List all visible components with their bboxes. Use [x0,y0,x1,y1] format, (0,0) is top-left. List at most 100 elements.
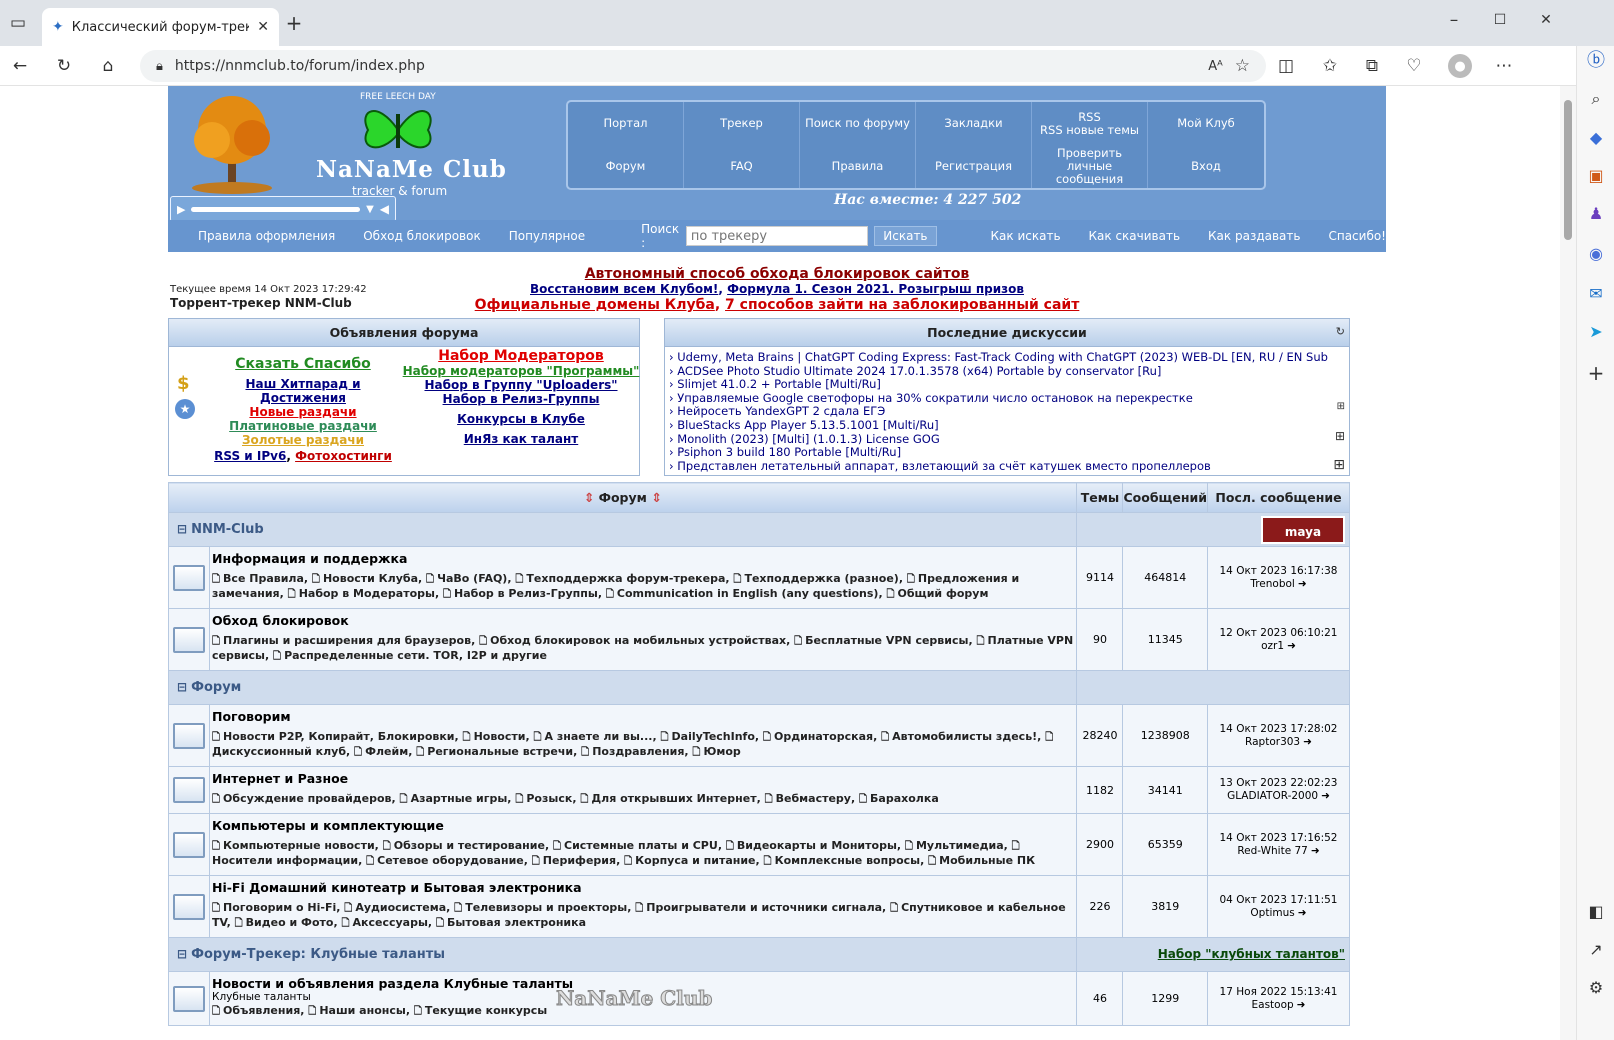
subforum-link[interactable]: Бытовая электроника [447,916,586,929]
player-progress[interactable] [191,206,361,212]
nav-tracker[interactable]: Трекер [684,102,800,145]
announcement-link[interactable]: Конкурсы в Клубе [457,412,585,426]
plus-icon[interactable]: + [284,11,304,35]
discussion-link[interactable]: Udemy, Meta Brains | ChatGPT Coding Expr… [677,351,1329,364]
search-icon[interactable]: ⌕ [1585,88,1607,110]
last-post-user[interactable]: ozr1 [1261,640,1284,652]
subforum-link[interactable]: Вебмастеру [776,792,851,805]
subforum-link[interactable]: Барахолка [870,792,939,805]
subforum-link[interactable]: Видеокарты и Мониторы [737,839,897,852]
add-icon[interactable]: + [1585,361,1607,385]
volume-icon[interactable]: ◀ [380,202,389,216]
announcement-link[interactable]: Фотохостинги [295,449,392,463]
avatar[interactable]: ● [1448,54,1472,78]
announcement-link[interactable]: Восстановим всем Клубом! [530,282,718,296]
last-post-user[interactable]: Trenobol [1250,578,1295,590]
toolbox-icon[interactable]: ▣ [1585,164,1607,186]
subforum-link[interactable]: Плагины и расширения для браузеров [223,634,471,647]
subforum-link[interactable]: Корпуса и питание [635,854,755,867]
scroll-thumb[interactable] [1564,100,1572,240]
table-row[interactable]: Поговорим 🗋︎ Новости P2P, Копирайт, Блокир… [168,704,1350,767]
list-item[interactable]: › ACDSee Photo Studio Ultimate 2024 17.0… [669,365,1329,379]
subforum-link[interactable]: Азартные игры [411,792,508,805]
goto-icon[interactable]: ➜ [1303,736,1312,748]
subforum-link[interactable]: Обход блокировок на мобильных устройства… [490,634,786,647]
subforum-link[interactable]: Набор в Модераторы [299,587,435,600]
nav-faq[interactable]: FAQ [684,145,800,188]
subforum-link[interactable]: ЧаВо (FAQ) [437,572,507,585]
subforum-link[interactable]: Мобильные ПК [939,854,1035,867]
subforum-link[interactable]: Поздравления [592,745,684,758]
table-row[interactable]: Компьютеры и комплектующие 🗋︎ Компьютерные… [168,813,1350,876]
table-row[interactable]: Новости и объявления раздела Клубные тал… [168,971,1350,1026]
list-item[interactable]: › Управляемые Google светофоры на 30% со… [669,392,1329,406]
games-icon[interactable]: ♟ [1585,202,1607,224]
discussion-link[interactable]: Slimjet 41.0.2 + Portable [Multi/Ru] [677,378,881,391]
external-icon[interactable]: ↗ [1585,938,1607,960]
refresh-icon[interactable]: ↻ [54,56,74,76]
split-screen-icon[interactable]: ◫ [1276,56,1296,76]
goto-icon[interactable]: ➜ [1298,907,1307,919]
table-row[interactable]: Информация и поддержка 🗋︎ Все Правила, 🗋︎ Н… [168,546,1350,609]
audio-player[interactable]: ▶ ▼ ◀ [170,196,396,222]
close-icon[interactable]: ✕ [257,19,269,35]
subforum-link[interactable]: Системные платы и CPU [564,839,718,852]
outlook-icon[interactable]: ✉ [1585,282,1607,304]
table-row[interactable]: Обход блокировок 🗋︎ Плагины и расширения д… [168,608,1350,671]
subforum-link[interactable]: Региональные встречи [427,745,573,758]
subforum-link[interactable]: Розыск [526,792,572,805]
send-icon[interactable]: ➤ [1585,320,1607,342]
collapse-icon[interactable]: ⊟ [177,522,187,536]
subforum-link[interactable]: Новости P2P, Копирайт, Блокировки [223,730,454,743]
panel-icon[interactable]: ◧ [1585,900,1607,922]
announcement-link[interactable]: Новые раздачи [249,405,356,419]
link-popular[interactable]: Популярное [509,229,585,243]
category-link[interactable]: Набор "клубных талантов" [1158,947,1345,961]
nav-rules[interactable]: Правила [800,145,916,188]
category-name[interactable]: Форум [191,680,241,695]
back-icon[interactable]: ← [10,56,30,76]
nav-forum[interactable]: Форум [568,145,684,188]
favorites-icon[interactable]: ✩ [1320,56,1340,76]
collections-icon[interactable]: ⧉ [1362,56,1382,76]
collapse-icon[interactable]: ⊟ [177,680,187,694]
discussion-link[interactable]: Monolith (2023) [Multi] (1.0.1.3) Licens… [677,433,940,446]
last-post-user[interactable]: Optimus [1250,907,1294,919]
forum-name[interactable]: Компьютеры и комплектующие [212,818,1074,833]
subforum-link[interactable]: Юмор [703,745,740,758]
link-thanks[interactable]: Спасибо! [1328,229,1386,243]
forum-name[interactable]: Информация и поддержка [212,551,1074,566]
nav-bookmarks[interactable]: Закладки [916,102,1032,145]
link-bypass[interactable]: Обход блокировок [363,229,480,243]
col-forum[interactable]: ⇕ Форум ⇕ [167,482,1078,513]
forum-name[interactable]: Hi-Fi Домашний кинотеатр и Бытовая элект… [212,880,1074,895]
link-how-search[interactable]: Как искать [991,229,1061,243]
list-item[interactable]: › Psiphon 3 build 180 Portable [Multi/Ru… [669,446,1329,460]
category-name[interactable]: NNM-Club [191,522,264,537]
subforum-link[interactable]: Комплексные вопросы [775,854,921,867]
subforum-link[interactable]: Распределенные сети. TOR, I2P и другие [284,649,547,662]
list-item[interactable]: › Представлен летательный аппарат, взлет… [669,460,1329,474]
home-icon[interactable]: ⌂ [98,56,118,76]
subforum-link[interactable]: Новости Клуба [323,572,418,585]
subforum-link[interactable]: Проигрыватели и источники сигнала [646,901,882,914]
list-item[interactable]: › Udemy, Meta Brains | ChatGPT Coding Ex… [669,351,1329,365]
announcement-link[interactable]: Набор Модераторов [438,349,604,363]
link-how-seed[interactable]: Как раздавать [1208,229,1300,243]
nav-messages[interactable]: Проверить личные сообщения [1032,145,1148,188]
list-item[interactable]: › Slimjet 41.0.2 + Portable [Multi/Ru] [669,378,1329,392]
category-name[interactable]: Форум-Трекер: Клубные таланты [191,947,445,962]
subforum-link[interactable]: DailyTechInfo [672,730,755,743]
announcement-link[interactable]: Набор в Релиз-Группы [443,392,600,406]
maximize-icon[interactable]: ☐ [1490,10,1510,30]
subforum-link[interactable]: Аудиосистема [355,901,446,914]
copilot-icon[interactable]: ⓑ [1585,48,1607,71]
maya-banner[interactable]: maya [1261,515,1345,544]
subforum-link[interactable]: Общий форум [898,587,989,600]
discussion-link[interactable]: BlueStacks App Player 5.13.5.1001 [Multi… [677,419,938,432]
announcement-link[interactable]: 7 способов зайти на заблокированный сайт [725,297,1079,313]
subforum-link[interactable]: Носители информации [212,854,358,867]
subforum-link[interactable]: Набор в Релиз-Группы [454,587,598,600]
search-input[interactable] [685,226,869,246]
nav-login[interactable]: Вход [1148,145,1264,188]
